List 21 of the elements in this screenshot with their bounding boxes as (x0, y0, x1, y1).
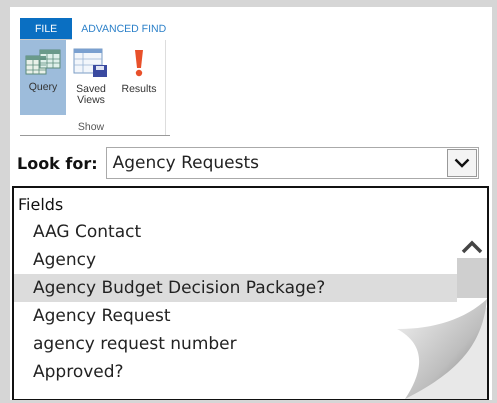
field-item[interactable]: Agency Budget Decision Package? (14, 274, 457, 302)
field-item[interactable]: Agency Request (14, 302, 175, 330)
list-header: Fields (18, 194, 64, 216)
dropdown-button[interactable] (447, 149, 477, 177)
field-item[interactable]: Approved? (14, 358, 128, 386)
field-item[interactable]: agency request number (14, 330, 241, 358)
entity-dropdown[interactable]: Agency Requests (106, 147, 479, 179)
scroll-up-icon[interactable] (461, 240, 483, 254)
ribbon-button[interactable]: Saved Views (68, 40, 114, 115)
field-item[interactable]: Agency (14, 246, 100, 274)
group-label: Show (76, 121, 106, 133)
ribbon-button[interactable]: Results (116, 40, 162, 115)
scroll-thumb[interactable] (457, 258, 487, 298)
ribbon-button[interactable]: Query (20, 40, 66, 115)
table-save-icon (73, 48, 109, 78)
field-item[interactable]: AAG Contact (14, 218, 146, 246)
table-icon (25, 48, 61, 76)
file-tab[interactable]: FILE (20, 18, 72, 40)
exclamation-icon (133, 48, 145, 78)
chevron-down-icon (454, 158, 470, 168)
look-for-label: Look for: (17, 154, 98, 172)
